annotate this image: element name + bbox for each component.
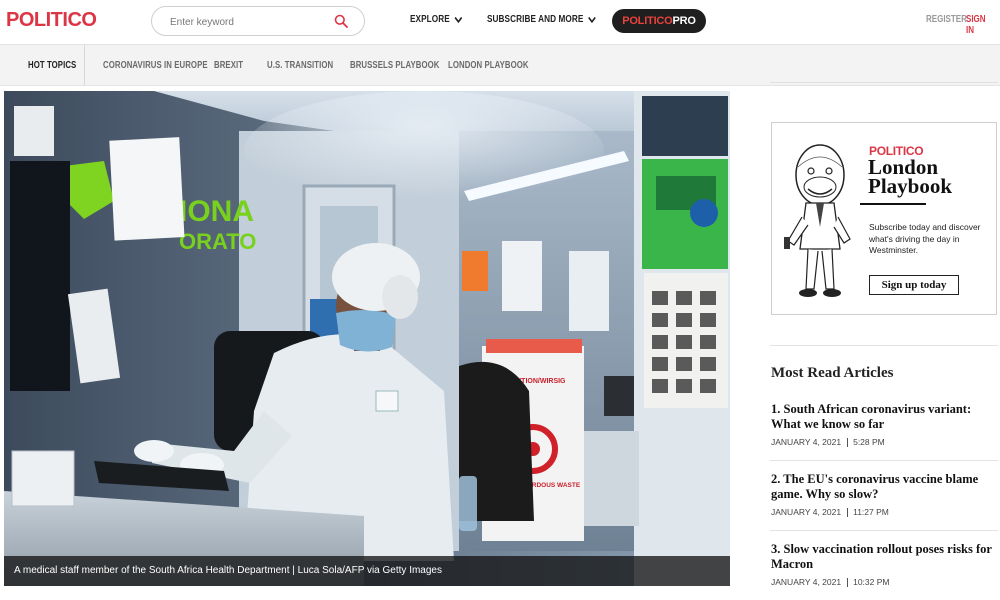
promo-underline (860, 203, 926, 205)
article-title[interactable]: 3. Slow vaccination rollout poses risks … (771, 542, 999, 572)
svg-text:ORATO: ORATO (179, 229, 256, 254)
meta-separator (847, 507, 849, 517)
sign-in-link[interactable]: SIGN IN (966, 14, 993, 36)
london-playbook-promo[interactable]: POLITICO London Playbook Subscribe today… (771, 122, 997, 315)
topic-us-transition[interactable]: U.S. TRANSITION (267, 60, 333, 71)
chevron-down-icon (587, 16, 596, 23)
search-icon[interactable] (334, 14, 348, 28)
search-box[interactable] (151, 6, 365, 36)
nav-subscribe-label: SUBSCRIBE AND MORE (487, 14, 584, 25)
pro-brand-text: POLITICO (622, 15, 673, 27)
most-read-article-2[interactable]: 2. The EU's coronavirus vaccine blame ga… (771, 472, 999, 517)
article-time: 5:28 PM (853, 437, 885, 447)
hero-caption-bar: A medical staff member of the South Afri… (4, 556, 730, 586)
most-read-heading: Most Read Articles (771, 365, 894, 381)
hero-caption: A medical staff member of the South Afri… (14, 565, 442, 576)
most-read-article-3[interactable]: 3. Slow vaccination rollout poses risks … (771, 542, 999, 587)
nav-explore[interactable]: EXPLORE (410, 14, 462, 25)
topic-brussels-playbook[interactable]: BRUSSELS PLAYBOOK (350, 60, 439, 71)
politico-pro-button[interactable]: POLITICO PRO (612, 9, 706, 33)
article-title[interactable]: 1. South African coronavirus variant: Wh… (771, 402, 999, 432)
meta-separator (847, 437, 849, 447)
topic-coronavirus-in-europe[interactable]: CORONAVIRUS IN EUROPE (103, 60, 208, 71)
promo-description: Subscribe today and discover what's driv… (869, 222, 981, 255)
chevron-down-icon (454, 16, 462, 23)
article-date: JANUARY 4, 2021 (771, 437, 842, 447)
caricature-illustration (784, 144, 851, 297)
article-time: 10:32 PM (853, 577, 890, 587)
divider (770, 82, 998, 83)
promo-title: London Playbook (868, 155, 953, 198)
divider (84, 45, 85, 85)
hot-topics-bar: HOT TOPICS CORONAVIRUS IN EUROPE BREXIT … (0, 44, 1000, 86)
article-time: 11:27 PM (853, 507, 889, 517)
nav-explore-label: EXPLORE (410, 14, 450, 25)
hero-photo: IONA ORATO TH CAUTION/WIRSIG BIO-H (4, 91, 730, 586)
topic-brexit[interactable]: BREXIT (214, 60, 243, 71)
register-link[interactable]: REGISTER (926, 14, 967, 25)
pro-suffix-text: PRO (672, 15, 696, 27)
hot-topics-label: HOT TOPICS (28, 60, 77, 71)
meta-separator (847, 577, 849, 587)
most-read-article-1[interactable]: 1. South African coronavirus variant: Wh… (771, 402, 999, 447)
article-meta: JANUARY 4, 2021 11:27 PM (771, 507, 999, 517)
sign-up-today-button[interactable]: Sign up today (869, 275, 959, 295)
svg-text:IONA: IONA (179, 195, 254, 228)
article-date: JANUARY 4, 2021 (771, 507, 842, 517)
nav-subscribe-and-more[interactable]: SUBSCRIBE AND MORE (487, 14, 596, 25)
divider (770, 530, 998, 531)
article-date: JANUARY 4, 2021 (771, 577, 842, 587)
site-header: POLITICO EXPLORE SUBSCRIBE AND MORE POLI… (0, 0, 1000, 44)
search-input[interactable] (170, 13, 330, 31)
divider (770, 345, 998, 346)
article-meta: JANUARY 4, 2021 5:28 PM (771, 437, 999, 447)
topic-london-playbook[interactable]: LONDON PLAYBOOK (448, 60, 529, 71)
article-meta: JANUARY 4, 2021 10:32 PM (771, 577, 999, 587)
politico-logo[interactable]: POLITICO (6, 9, 97, 32)
divider (770, 460, 998, 461)
article-title[interactable]: 2. The EU's coronavirus vaccine blame ga… (771, 472, 999, 502)
hero-image[interactable]: IONA ORATO TH CAUTION/WIRSIG BIO-H (4, 91, 730, 586)
